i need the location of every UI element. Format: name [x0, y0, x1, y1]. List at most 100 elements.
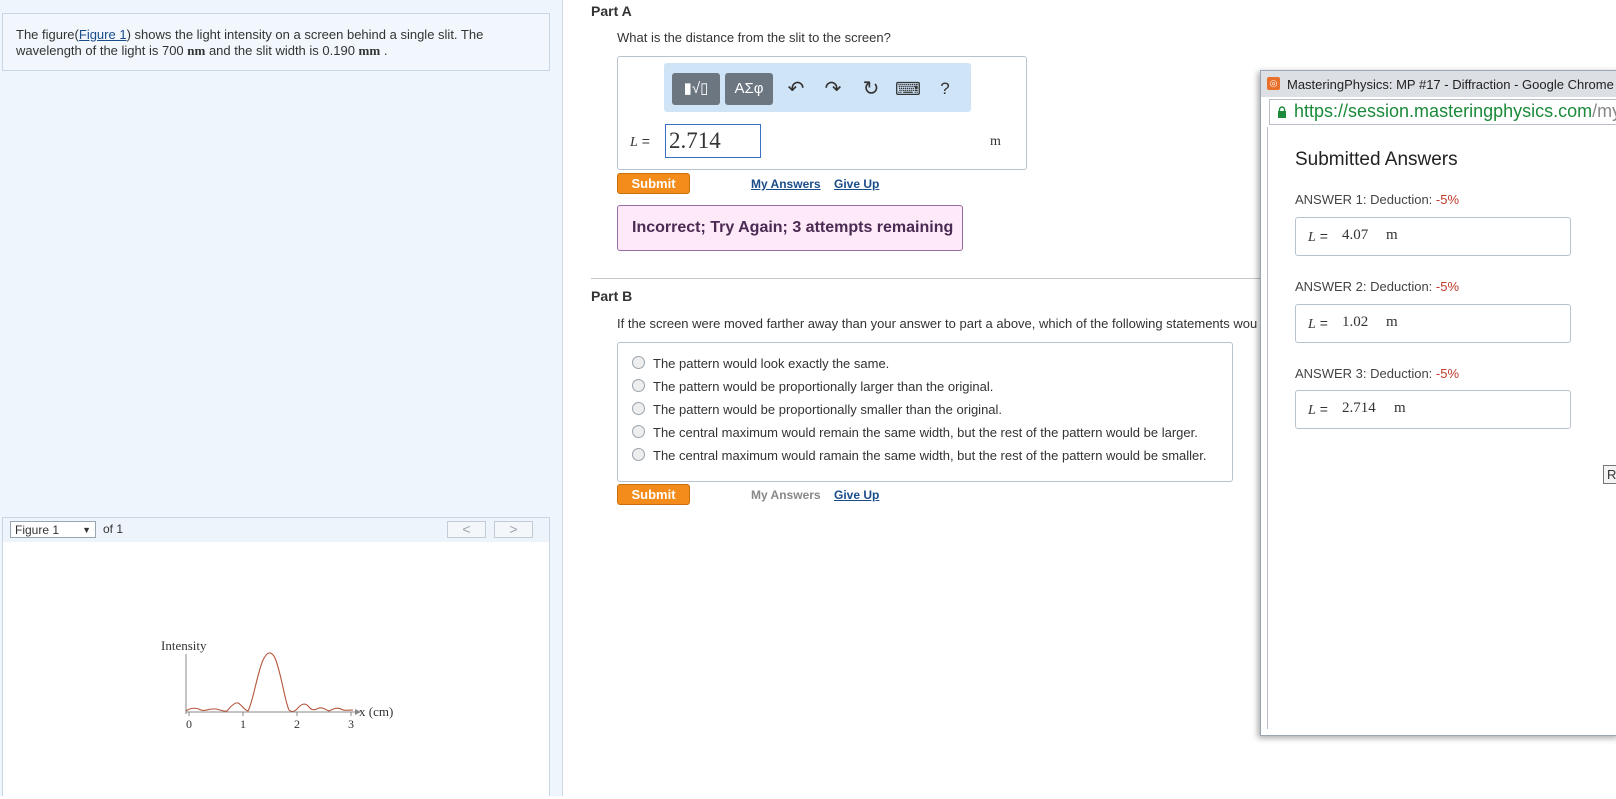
- greek-symbols-button[interactable]: ΑΣφ: [725, 73, 773, 105]
- part-b-give-up-link[interactable]: Give Up: [834, 488, 879, 502]
- radio-button[interactable]: [632, 379, 645, 393]
- url-host: https://session.masteringphysics.com: [1294, 101, 1593, 121]
- tick-label: 1: [240, 717, 246, 731]
- radio-button[interactable]: [632, 448, 645, 462]
- option-label: The pattern would be proportionally larg…: [653, 379, 994, 394]
- url-text: https://session.masteringphysics.com/myc: [1294, 101, 1616, 122]
- answer-value: 4.07: [1342, 227, 1369, 243]
- figure-select-value: Figure 1: [15, 523, 60, 537]
- chevron-right-icon: >: [509, 521, 518, 537]
- intensity-curve: [185, 652, 354, 712]
- answer-label: ANSWER 2:: [1295, 279, 1367, 294]
- deduction-label: Deduction:: [1370, 279, 1433, 294]
- intensity-figure: Intensity x (cm) 0 1 2 3: [161, 638, 393, 731]
- math-toolbar: ▮√▯ ΑΣφ ↶ ↷ ↻ ⌨ ?: [664, 63, 971, 112]
- popup-window-title: MasteringPhysics: MP #17 - Diffraction -…: [1287, 77, 1614, 92]
- option-5[interactable]: The central maximum would ramain the sam…: [632, 448, 1206, 463]
- popup-titlebar[interactable]: ◎ MasteringPhysics: MP #17 - Diffraction…: [1261, 71, 1616, 97]
- unit-nm: nm: [187, 43, 206, 58]
- tick-label: 0: [186, 717, 192, 731]
- answer-label: ANSWER 1:: [1295, 192, 1367, 207]
- reset-icon[interactable]: ↻: [856, 73, 886, 105]
- problem-text-3: and the slit width is 0.190: [205, 43, 359, 58]
- greek-icon: ΑΣφ: [734, 80, 764, 97]
- part-b-title: Part B: [591, 288, 633, 304]
- part-b-submit-button[interactable]: Submit: [617, 484, 690, 505]
- url-path: /myc: [1592, 101, 1616, 121]
- answer-2-box: L = 1.02 m: [1295, 304, 1571, 343]
- figure-panel: Intensity x (cm) 0 1 2 3: [2, 542, 550, 796]
- answer-unit: m: [1394, 400, 1406, 416]
- next-figure-button[interactable]: >: [494, 521, 533, 538]
- deduction-value: -5%: [1435, 366, 1460, 381]
- feedback-message: Incorrect; Try Again; 3 attempts remaini…: [617, 205, 963, 251]
- deduction-label: Deduction:: [1370, 366, 1433, 381]
- answer-input[interactable]: 2.714: [665, 124, 761, 158]
- part-a-submit-button[interactable]: Submit: [617, 173, 690, 194]
- answer-unit: m: [1386, 314, 1398, 330]
- tick-label: 2: [294, 717, 300, 731]
- answer-variable: L =: [1308, 228, 1328, 245]
- answer-variable: L =: [1308, 315, 1328, 332]
- submitted-answers-popup: ◎ MasteringPhysics: MP #17 - Diffraction…: [1260, 70, 1616, 736]
- dropdown-arrow-icon: ▼: [82, 525, 91, 535]
- submitted-answers-heading: Submitted Answers: [1295, 149, 1458, 170]
- part-a-question: What is the distance from the slit to th…: [617, 30, 891, 45]
- return-button[interactable]: Re: [1603, 465, 1616, 484]
- option-label: The central maximum would remain the sam…: [653, 425, 1198, 440]
- lock-icon: [1278, 106, 1286, 118]
- part-b-question: If the screen were moved farther away th…: [617, 316, 1258, 331]
- option-3[interactable]: The pattern would be proportionally smal…: [632, 402, 1002, 417]
- part-a-give-up-link[interactable]: Give Up: [834, 177, 879, 191]
- templates-icon: ▮√▯: [683, 80, 709, 97]
- problem-text-4: .: [380, 43, 388, 58]
- left-pane: The figure(Figure 1) shows the light int…: [0, 0, 563, 796]
- radio-button[interactable]: [632, 425, 645, 439]
- part-a-my-answers-link[interactable]: My Answers: [751, 177, 821, 191]
- figure-ylabel: Intensity: [161, 638, 207, 653]
- radio-button[interactable]: [632, 402, 645, 416]
- redo-icon[interactable]: ↷: [818, 73, 848, 105]
- variable-name: L: [630, 135, 638, 150]
- variable-label: L =: [630, 133, 650, 151]
- answer-1-box: L = 4.07 m: [1295, 217, 1571, 256]
- figure-xlabel: x (cm): [359, 704, 393, 719]
- part-a-answer-box: ▮√▯ ΑΣφ ↶ ↷ ↻ ⌨ ? L = 2.714 m: [617, 56, 1027, 170]
- part-a-title: Part A: [591, 3, 632, 19]
- address-bar[interactable]: https://session.masteringphysics.com/myc: [1269, 99, 1616, 125]
- undo-icon[interactable]: ↶: [781, 73, 811, 105]
- keyboard-icon[interactable]: ⌨: [893, 73, 923, 105]
- deduction-value: -5%: [1435, 192, 1460, 207]
- unit-mm: mm: [358, 43, 381, 58]
- option-1[interactable]: The pattern would look exactly the same.: [632, 356, 889, 371]
- prev-figure-button[interactable]: <: [447, 521, 486, 538]
- part-b-my-answers-link: My Answers: [751, 488, 821, 502]
- help-icon[interactable]: ?: [930, 73, 960, 105]
- figure-select[interactable]: Figure 1 ▼: [10, 521, 96, 538]
- answer-value: 1.02: [1342, 314, 1369, 330]
- problem-text-1: The figure(: [16, 27, 79, 42]
- radio-button[interactable]: [632, 356, 645, 370]
- equals-sign: =: [641, 133, 650, 149]
- figure-1-link[interactable]: Figure 1: [79, 27, 127, 42]
- deduction-label: Deduction:: [1370, 192, 1433, 207]
- answer-3-header: ANSWER 3: Deduction: -5%: [1295, 366, 1459, 381]
- answer-variable: L =: [1308, 401, 1328, 418]
- option-label: The pattern would be proportionally smal…: [653, 402, 1003, 417]
- answer-unit: m: [1386, 227, 1398, 243]
- chevron-left-icon: <: [462, 521, 471, 537]
- option-2[interactable]: The pattern would be proportionally larg…: [632, 379, 993, 394]
- option-label: The pattern would look exactly the same.: [653, 356, 890, 371]
- answer-1-header: ANSWER 1: Deduction: -5%: [1295, 192, 1459, 207]
- templates-button[interactable]: ▮√▯: [672, 73, 720, 105]
- answer-value: 2.714: [1342, 400, 1376, 416]
- answer-3-box: L = 2.714 m: [1295, 390, 1571, 429]
- option-4[interactable]: The central maximum would remain the sam…: [632, 425, 1198, 440]
- figure-toolbar: Figure 1 ▼ of 1 < >: [2, 517, 550, 543]
- figure-count: of 1: [103, 522, 124, 536]
- problem-statement: The figure(Figure 1) shows the light int…: [2, 13, 550, 71]
- part-b-options: The pattern would look exactly the same.…: [617, 342, 1233, 482]
- unit-label: m: [990, 134, 1001, 149]
- answer-2-header: ANSWER 2: Deduction: -5%: [1295, 279, 1459, 294]
- deduction-value: -5%: [1435, 279, 1460, 294]
